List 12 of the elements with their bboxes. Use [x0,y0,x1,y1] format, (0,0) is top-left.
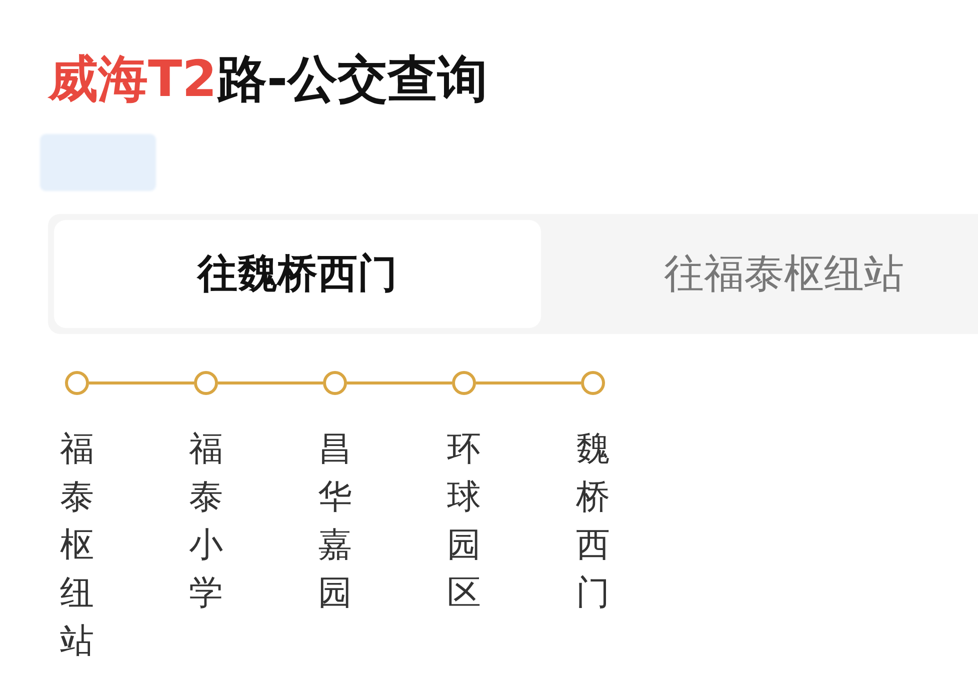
station-marker-icon [323,371,347,395]
station-name: 魏桥西门 [576,428,610,615]
station-marker-icon [581,371,605,395]
page-title: 威海T2路-公交查询 [48,49,488,110]
direction-tab[interactable]: 往魏桥西门 [54,220,540,328]
station-name: 昌华嘉园 [318,428,352,615]
station-marker-icon [194,371,218,395]
station-name: 福泰小学 [189,428,223,615]
station-name: 环球园区 [447,428,481,615]
station-name: 福泰枢纽站 [60,428,94,663]
station-marker-icon [65,371,89,395]
station-marker-icon [452,371,476,395]
